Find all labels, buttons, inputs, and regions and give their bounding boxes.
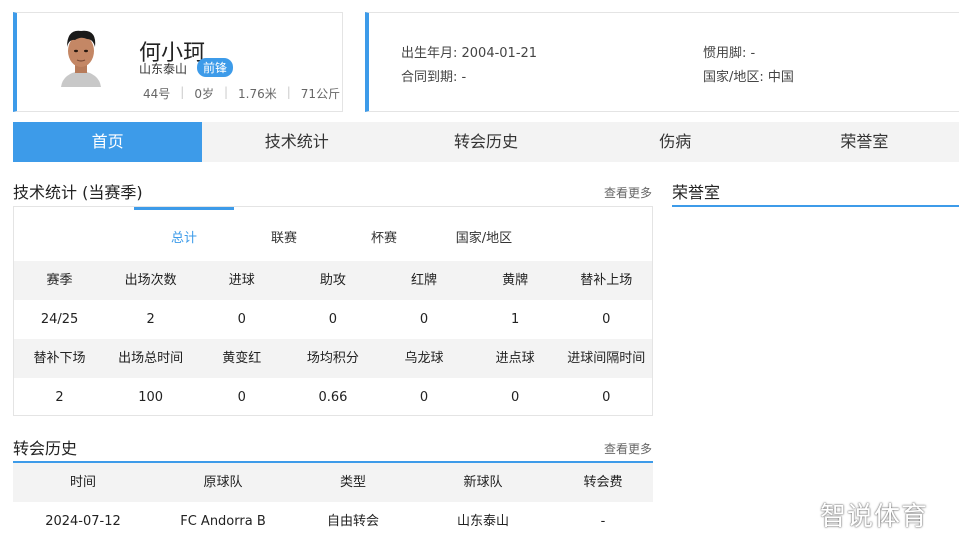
value-cell: 2 — [55, 390, 64, 405]
transfer-more-link[interactable]: 查看更多 — [604, 440, 652, 457]
separator: | — [286, 85, 291, 99]
player-position-badge: 前锋 — [197, 58, 234, 77]
header-cell: 黄变红 — [222, 351, 262, 366]
header-cell: 转会费 — [583, 475, 623, 490]
header-cell: 替补下场 — [33, 351, 86, 366]
value-cell: 0 — [602, 390, 611, 405]
transfer-to-club[interactable]: 山东泰山 — [413, 502, 553, 541]
main-tab-bar: 首页 技术统计 转会历史 伤病 荣誉室 — [13, 122, 959, 162]
header-cell: 出场总时间 — [118, 351, 184, 366]
value-cell: 24/25 — [40, 312, 79, 327]
header-cell: 助攻 — [319, 273, 346, 288]
value-cell: 0.66 — [318, 390, 348, 405]
player-weight: 71公斤 — [300, 87, 341, 101]
player-info-card: 出生年月: 2004-01-21 惯用脚: - 合同到期: - 国家/地区: 中… — [365, 12, 959, 112]
transfer-fee: - — [600, 514, 606, 529]
subtab-national[interactable]: 国家/地区 — [434, 227, 534, 246]
transfer-section-title: 转会历史 — [13, 439, 78, 458]
header-cell: 出场次数 — [124, 273, 177, 288]
tab-transfers[interactable]: 转会历史 — [391, 122, 580, 162]
header-cell: 时间 — [69, 475, 96, 490]
tab-stats[interactable]: 技术统计 — [202, 122, 391, 162]
tab-honors[interactable]: 荣誉室 — [770, 122, 959, 162]
header-cell: 类型 — [339, 475, 366, 490]
active-subtab-indicator — [134, 207, 234, 210]
stats-panel: 总计 联赛 杯赛 国家/地区 赛季 出场次数 进球 助攻 红牌 黄牌 替补上场 … — [13, 206, 653, 416]
player-age: 0岁 — [194, 87, 214, 101]
stats-section-title: 技术统计 (当赛季) — [13, 183, 143, 202]
header-cell: 进点球 — [495, 351, 535, 366]
value-cell: 0 — [419, 312, 429, 327]
transfer-from-club[interactable]: FC Andorra B — [153, 502, 293, 541]
value-cell: 1 — [511, 312, 520, 327]
stats-value-row: 24/25 2 0 0 0 1 0 — [14, 300, 652, 339]
value-cell: 0 — [328, 312, 338, 327]
transfer-type: 自由转会 — [326, 514, 379, 529]
player-number: 44号 — [143, 87, 171, 101]
contract-expiry: 合同到期: - — [401, 70, 467, 85]
header-cell: 原球队 — [203, 475, 243, 490]
watermark: 智说体育 — [820, 502, 929, 532]
player-basic-stats: 44号 | 0岁 | 1.76米 | 71公斤 — [143, 85, 340, 102]
tab-home[interactable]: 首页 — [13, 122, 203, 162]
player-avatar — [55, 23, 107, 87]
stats-value-row: 2 100 0 0.66 0 0 0 — [14, 378, 652, 417]
player-height: 1.76米 — [238, 87, 277, 101]
value-cell: 0 — [602, 312, 611, 327]
subtab-cup[interactable]: 杯赛 — [334, 227, 434, 246]
header-cell: 乌龙球 — [404, 351, 444, 366]
preferred-foot: 惯用脚: - — [703, 46, 756, 61]
header-cell: 进球 — [228, 273, 255, 288]
tab-injuries[interactable]: 伤病 — [581, 122, 770, 162]
header-cell: 替补上场 — [580, 273, 633, 288]
stats-header-row: 替补下场 出场总时间 黄变红 场均积分 乌龙球 进点球 进球间隔时间 — [14, 339, 652, 378]
header-cell: 新球队 — [463, 475, 503, 490]
value-cell: 0 — [237, 390, 246, 405]
transfer-date: 2024-07-12 — [45, 514, 121, 529]
nationality: 国家/地区: 中国 — [703, 70, 794, 85]
separator: | — [180, 85, 185, 99]
header-cell: 黄牌 — [502, 273, 529, 288]
transfer-row: 2024-07-12 FC Andorra B 自由转会 山东泰山 - — [13, 502, 653, 541]
player-club[interactable]: 山东泰山 — [139, 60, 187, 77]
header-cell: 赛季 — [46, 273, 73, 288]
value-cell: 2 — [146, 312, 155, 327]
value-cell: 0 — [237, 312, 246, 327]
header-cell: 场均积分 — [306, 351, 359, 366]
stats-header-row: 赛季 出场次数 进球 助攻 红牌 黄牌 替补上场 — [14, 261, 652, 300]
subtab-league[interactable]: 联赛 — [234, 227, 334, 246]
transfer-header-row: 时间 原球队 类型 新球队 转会费 — [13, 463, 653, 502]
header-cell: 红牌 — [411, 273, 438, 288]
value-cell: 100 — [138, 390, 164, 405]
value-cell: 0 — [511, 390, 520, 405]
honors-section-title: 荣誉室 — [672, 183, 721, 202]
header-cell: 进球间隔时间 — [567, 351, 646, 366]
birth-date: 出生年月: 2004-01-21 — [401, 46, 538, 61]
separator: | — [223, 85, 229, 99]
subtab-total[interactable]: 总计 — [134, 227, 234, 246]
value-cell: 0 — [419, 390, 429, 405]
honors-title-underline — [672, 205, 959, 207]
stats-subtabs: 总计 联赛 杯赛 国家/地区 — [134, 227, 534, 246]
player-profile-card: 何小珂 山东泰山 前锋 44号 | 0岁 | 1.76米 | 71公斤 — [13, 12, 343, 112]
stats-more-link[interactable]: 查看更多 — [604, 184, 652, 201]
